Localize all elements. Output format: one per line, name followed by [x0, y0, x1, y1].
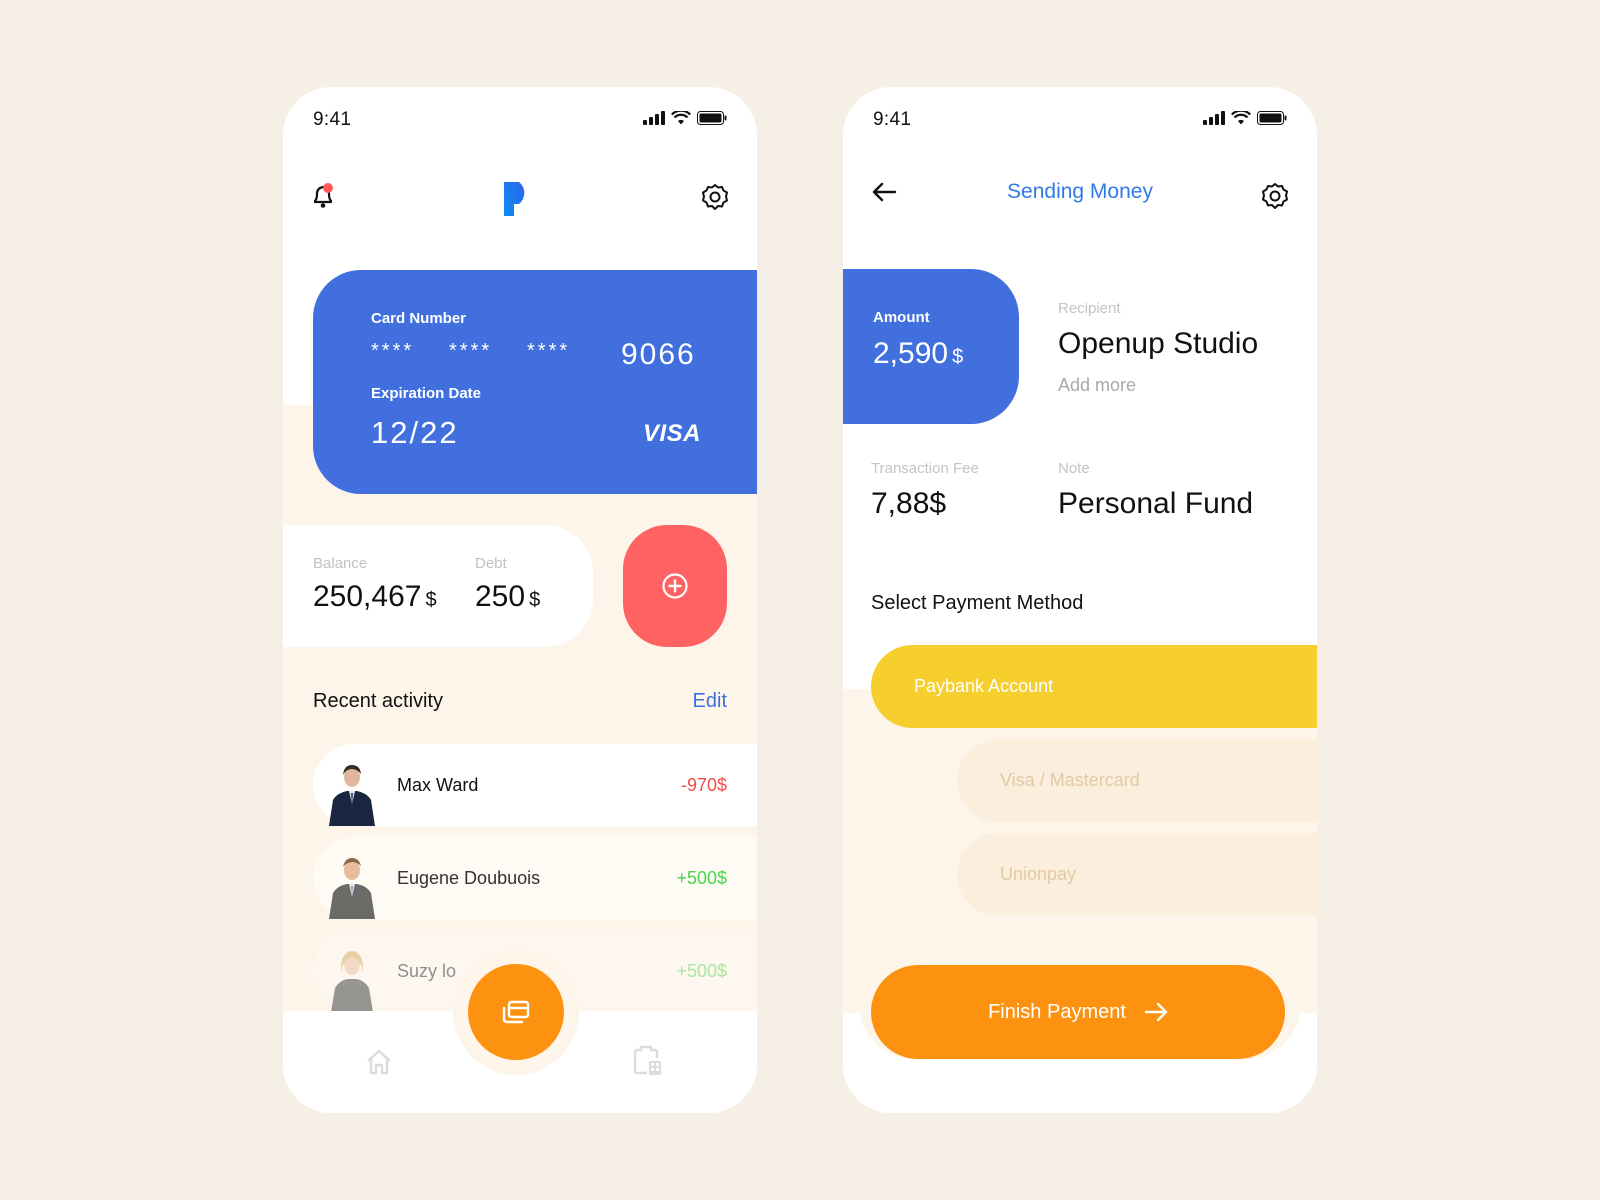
balance-value: 250,467 $ — [313, 580, 437, 614]
card-number-label: Card Number — [371, 310, 467, 327]
notification-button[interactable] — [311, 182, 337, 215]
payment-option-label: Visa / Mastercard — [1000, 770, 1140, 790]
amount-label: Amount — [873, 309, 930, 326]
cards-button[interactable] — [468, 964, 564, 1060]
payment-option-label: Unionpay — [1000, 864, 1077, 884]
card-masked-group: **** — [371, 340, 415, 362]
home-icon — [367, 1049, 391, 1075]
debt-label: Debt — [475, 555, 507, 572]
note-label: Note — [1058, 460, 1090, 477]
card-masked-group: **** — [527, 340, 571, 362]
activity-amount: +500$ — [676, 960, 727, 981]
fee-currency: $ — [929, 487, 947, 520]
recipient-value[interactable]: Openup Studio — [1058, 327, 1258, 361]
clipboard-calculator-icon — [633, 1045, 661, 1075]
credit-card[interactable]: Card Number **** **** **** 9066 Expirati… — [313, 270, 757, 494]
activity-item[interactable]: Eugene Doubuois +500$ — [313, 837, 757, 919]
avatar — [329, 765, 375, 826]
add-money-button[interactable] — [623, 525, 727, 647]
activity-name: Max Ward — [397, 774, 479, 795]
gear-icon — [1262, 183, 1288, 209]
balance-label: Balance — [313, 555, 368, 572]
add-more-button[interactable]: Add more — [1058, 375, 1136, 396]
nav-calculator[interactable] — [633, 1045, 663, 1082]
status-icons — [643, 111, 727, 125]
card-masked-group: **** — [449, 340, 493, 362]
status-time: 9:41 — [313, 109, 352, 130]
phone-home-screen: 9:41 Card Number **** **** **** 9066 Exp… — [283, 87, 757, 1113]
battery-icon — [697, 111, 727, 125]
gear-icon — [702, 184, 728, 210]
fee-number: 7,88 — [871, 487, 930, 520]
wifi-icon — [671, 111, 691, 125]
payment-method-title: Select Payment Method — [871, 592, 1084, 614]
plus-circle-icon — [662, 573, 688, 599]
payment-option-unionpay[interactable]: Unionpay — [957, 833, 1317, 916]
nav-home[interactable] — [365, 1049, 393, 1080]
amount-currency: $ — [952, 346, 964, 368]
expiration-label: Expiration Date — [371, 385, 482, 402]
activity-item[interactable]: Max Ward -970$ — [313, 744, 757, 826]
note-value[interactable]: Personal Fund — [1058, 487, 1253, 521]
card-last-digits: 9066 — [621, 338, 696, 371]
debt-amount: 250 — [475, 580, 526, 613]
status-time: 9:41 — [873, 109, 912, 130]
balance-currency: $ — [425, 589, 437, 611]
activity-name: Eugene Doubuois — [397, 867, 541, 888]
fee-label: Transaction Fee — [871, 460, 979, 477]
avatar — [331, 951, 373, 1012]
activity-amount: -970$ — [680, 774, 727, 795]
recent-activity-title: Recent activity — [313, 690, 444, 712]
screen-title: Sending Money — [1007, 180, 1153, 203]
bell-icon — [313, 183, 333, 208]
expiration-value: 12/22 — [371, 415, 459, 450]
cards-icon — [502, 1000, 530, 1024]
signal-icon — [1203, 111, 1225, 125]
payment-option-visa-mastercard[interactable]: Visa / Mastercard — [957, 739, 1317, 822]
activity-amount: +500$ — [676, 867, 727, 888]
debt-currency: $ — [529, 589, 541, 611]
visa-logo: VISA — [643, 420, 702, 447]
payment-option-paybank[interactable]: Paybank Account — [871, 645, 1317, 728]
balance-summary: Balance 250,467 $ Debt 250 $ — [283, 525, 593, 647]
app-logo — [504, 182, 534, 221]
p-logo-icon — [504, 182, 525, 216]
balance-amount: 250,467 — [313, 580, 422, 613]
amount-box[interactable]: Amount 2,590 $ — [843, 269, 1019, 424]
finish-payment-button[interactable]: Finish Payment — [871, 965, 1285, 1059]
status-icons — [1203, 111, 1287, 125]
settings-button[interactable] — [701, 183, 729, 216]
signal-icon — [643, 111, 665, 125]
amount-number: 2,590 — [873, 337, 949, 370]
finish-payment-label: Finish Payment — [988, 1000, 1126, 1023]
wifi-icon — [1231, 111, 1251, 125]
fee-value: 7,88$ — [871, 487, 946, 521]
phone-sending-money-screen: 9:41 Sending Money Amount 2,590 $ Recipie… — [843, 87, 1317, 1113]
edit-button[interactable]: Edit — [693, 690, 727, 713]
battery-icon — [1257, 111, 1287, 125]
payment-option-label: Paybank Account — [914, 676, 1054, 696]
avatar — [329, 858, 375, 919]
arrow-right-icon — [1144, 1002, 1168, 1022]
activity-name: Suzy lo — [397, 960, 457, 981]
amount-value: 2,590 $ — [873, 337, 963, 371]
debt-value: 250 $ — [475, 580, 540, 614]
settings-button[interactable] — [1261, 182, 1289, 215]
recipient-label: Recipient — [1058, 300, 1121, 317]
